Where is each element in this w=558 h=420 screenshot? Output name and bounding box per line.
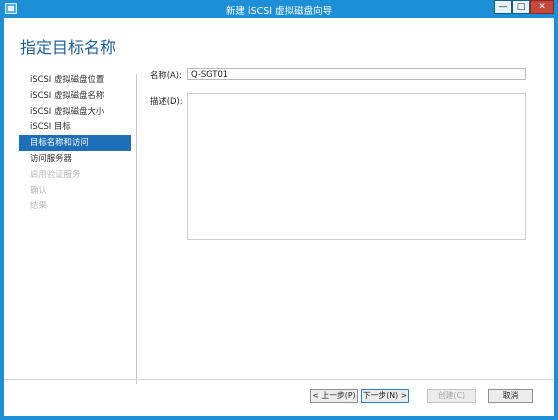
step-iscsi-target[interactable]: iSCSI 目标 (19, 119, 131, 135)
maximize-button[interactable]: □ (512, 0, 530, 14)
previous-button[interactable]: < 上一步(P) (310, 389, 358, 403)
create-button: 创建(C) (427, 389, 476, 403)
footer-divider (4, 379, 554, 380)
close-button[interactable]: ✕ (530, 0, 554, 14)
step-target-name-access[interactable]: 目标名称和访问 (19, 135, 131, 151)
nav-divider (136, 74, 137, 384)
wizard-steps-nav: iSCSI 虚拟磁盘位置 iSCSI 虚拟磁盘名称 iSCSI 虚拟磁盘大小 i… (19, 72, 131, 214)
step-access-servers[interactable]: 访问服务器 (19, 151, 131, 167)
step-virtual-disk-name[interactable]: iSCSI 虚拟磁盘名称 (19, 88, 131, 104)
cancel-button[interactable]: 取消 (488, 389, 533, 403)
title-bar[interactable]: 新建 iSCSI 虚拟磁盘向导 — □ ✕ (0, 0, 558, 18)
page-title: 指定目标名称 (20, 38, 117, 57)
wizard-window: 新建 iSCSI 虚拟磁盘向导 — □ ✕ 指定目标名称 iSCSI 虚拟磁盘位… (0, 0, 558, 420)
name-input[interactable]: Q-SGT01 (187, 68, 526, 80)
minimize-button[interactable]: — (494, 0, 512, 14)
next-button[interactable]: 下一步(N) > (361, 389, 409, 403)
step-enable-auth: 启用验证服务 (30, 168, 81, 179)
description-textarea[interactable] (187, 93, 526, 240)
step-virtual-disk-location[interactable]: iSCSI 虚拟磁盘位置 (19, 72, 131, 88)
step-virtual-disk-size[interactable]: iSCSI 虚拟磁盘大小 (19, 104, 131, 120)
name-label: 名称(A): (150, 70, 182, 80)
description-label: 描述(D): (150, 96, 183, 106)
window-title: 新建 iSCSI 虚拟磁盘向导 (225, 6, 333, 17)
wizard-client-area: 指定目标名称 iSCSI 虚拟磁盘位置 iSCSI 虚拟磁盘名称 iSCSI 虚… (4, 18, 554, 416)
step-results: 结果 (30, 200, 47, 211)
step-confirmation: 确认 (30, 184, 47, 195)
